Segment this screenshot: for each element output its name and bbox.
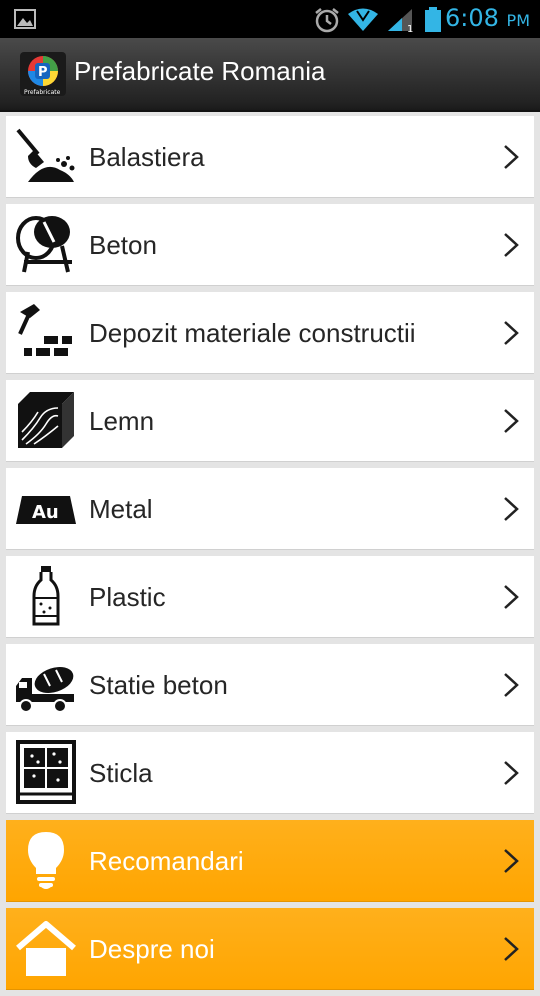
menu-item-label: Statie beton — [89, 670, 228, 700]
signal-icon: 1 — [386, 7, 416, 38]
alarm-icon — [313, 7, 341, 38]
chevron-right-icon — [502, 760, 520, 786]
hammer-bricks-icon — [14, 300, 78, 364]
svg-text:P: P — [38, 65, 48, 80]
menu-item-label: Metal — [89, 494, 153, 524]
wood-icon — [14, 388, 78, 452]
menu-item-beton[interactable]: Beton — [6, 204, 534, 286]
svg-text:Au: Au — [32, 502, 59, 523]
menu-item-label: Lemn — [89, 406, 155, 436]
chevron-right-icon — [502, 848, 520, 874]
app-logo-icon[interactable]: P Prefabricate — [20, 52, 66, 96]
cement-mixer-icon — [14, 212, 78, 276]
menu-item-balastiera[interactable]: Balastiera — [6, 116, 534, 198]
menu-item-recomandari[interactable]: Recomandari — [6, 820, 534, 902]
chevron-right-icon — [502, 320, 520, 346]
home-icon — [14, 916, 78, 980]
svg-text:1: 1 — [407, 24, 413, 33]
action-bar: P Prefabricate Prefabricate Romania — [0, 38, 540, 112]
app-title: Prefabricate Romania — [74, 56, 326, 86]
menu-item-label: Recomandari — [89, 846, 244, 876]
chevron-right-icon — [502, 496, 520, 522]
menu-item-label: Plastic — [89, 582, 166, 612]
chevron-right-icon — [502, 232, 520, 258]
wifi-icon — [347, 7, 379, 38]
menu-item-metal[interactable]: Au Metal — [6, 468, 534, 550]
image-icon — [14, 9, 36, 34]
menu-item-depozit[interactable]: Depozit materiale constructii — [6, 292, 534, 374]
menu-item-label: Sticla — [89, 758, 153, 788]
menu-item-plastic[interactable]: Plastic — [6, 556, 534, 638]
menu-item-label: Despre noi — [89, 934, 215, 964]
svg-text:Prefabricate: Prefabricate — [24, 89, 61, 96]
battery-icon — [424, 7, 442, 38]
concrete-truck-icon — [14, 652, 78, 716]
menu-item-sticla[interactable]: Sticla — [6, 732, 534, 814]
menu-item-lemn[interactable]: Lemn — [6, 380, 534, 462]
metal-ingot-icon: Au — [14, 476, 78, 540]
shovel-icon — [14, 124, 78, 188]
chevron-right-icon — [502, 144, 520, 170]
status-time: 6:08 PM — [445, 4, 530, 32]
menu-item-despre-noi[interactable]: Despre noi — [6, 908, 534, 990]
status-bar: 1 6:08 PM — [0, 0, 540, 38]
chevron-right-icon — [502, 672, 520, 698]
plastic-bottle-icon — [14, 564, 78, 628]
menu-item-label: Depozit materiale constructii — [89, 318, 416, 348]
lightbulb-icon — [14, 828, 78, 892]
chevron-right-icon — [502, 936, 520, 962]
chevron-right-icon — [502, 408, 520, 434]
menu-item-label: Beton — [89, 230, 157, 260]
menu-item-statie-beton[interactable]: Statie beton — [6, 644, 534, 726]
category-menu: Balastiera Beton Depozit materiale const… — [6, 116, 534, 996]
menu-item-label: Balastiera — [89, 142, 205, 172]
glass-window-icon — [14, 740, 78, 804]
chevron-right-icon — [502, 584, 520, 610]
